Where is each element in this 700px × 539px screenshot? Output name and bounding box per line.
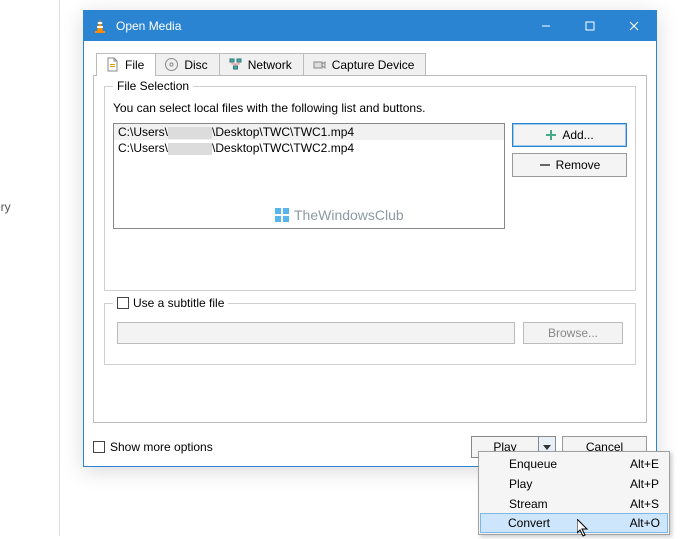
minimize-button[interactable]	[524, 11, 568, 41]
redacted-username	[168, 127, 212, 139]
browse-button: Browse...	[523, 322, 623, 344]
file-path-prefix: C:\Users\	[118, 125, 168, 139]
file-selection-title: File Selection	[113, 79, 193, 93]
browse-button-label: Browse...	[548, 326, 598, 340]
remove-button[interactable]: Remove	[512, 153, 627, 177]
dialog-body: File Disc Network Capture Device	[84, 41, 656, 427]
file-list-item[interactable]: C:\Users\ \Desktop\TWC\TWC1.mp4	[114, 124, 504, 140]
file-path-prefix: C:\Users\	[118, 141, 168, 155]
menu-label: Play	[509, 477, 532, 491]
tab-disc[interactable]: Disc	[155, 53, 219, 75]
tab-network-label: Network	[248, 58, 292, 72]
file-path-suffix: \Desktop\TWC\TWC1.mp4	[212, 125, 354, 139]
open-media-dialog: Open Media File Disc	[83, 10, 657, 467]
tab-strip: File Disc Network Capture Device	[96, 50, 647, 75]
tab-file-label: File	[125, 58, 144, 72]
maximize-button[interactable]	[568, 11, 612, 41]
sidebar-partial-text: ery	[0, 200, 11, 214]
minus-icon	[539, 159, 551, 171]
dialog-title: Open Media	[116, 19, 524, 33]
close-button[interactable]	[612, 11, 656, 41]
checkbox-icon	[93, 441, 105, 453]
tab-capture[interactable]: Capture Device	[303, 53, 427, 75]
subtitle-path-input	[117, 322, 515, 344]
background-sidebar: ery	[0, 0, 60, 536]
titlebar[interactable]: Open Media	[84, 11, 656, 41]
file-list[interactable]: C:\Users\ \Desktop\TWC\TWC1.mp4 C:\Users\…	[113, 123, 505, 229]
show-more-options-checkbox[interactable]: Show more options	[93, 440, 213, 454]
menu-label: Convert	[508, 516, 550, 530]
subtitle-group: Use a subtitle file Browse...	[104, 303, 636, 365]
file-icon	[105, 57, 120, 72]
menu-item-stream[interactable]: Stream Alt+S	[481, 494, 667, 514]
redacted-username	[168, 143, 212, 155]
vlc-cone-icon	[92, 18, 108, 34]
file-selection-group: File Selection You can select local file…	[104, 86, 636, 291]
checkbox-icon	[117, 297, 129, 309]
tab-disc-label: Disc	[184, 58, 207, 72]
file-path-suffix: \Desktop\TWC\TWC2.mp4	[212, 141, 354, 155]
remove-button-label: Remove	[556, 158, 601, 172]
watermark-text: TheWindowsClub	[294, 207, 404, 223]
add-button-label: Add...	[562, 128, 593, 142]
tab-capture-label: Capture Device	[332, 58, 415, 72]
menu-shortcut: Alt+O	[610, 516, 660, 530]
tab-content: File Selection You can select local file…	[93, 75, 647, 423]
show-more-label: Show more options	[110, 440, 213, 454]
menu-label: Enqueue	[509, 457, 557, 471]
network-icon	[228, 57, 243, 72]
watermark: TheWindowsClub	[274, 207, 404, 223]
menu-item-convert[interactable]: Convert Alt+O	[480, 513, 668, 533]
add-button[interactable]: Add...	[512, 123, 627, 147]
subtitle-checkbox-label: Use a subtitle file	[133, 296, 224, 310]
chevron-down-icon	[543, 445, 551, 450]
menu-item-enqueue[interactable]: Enqueue Alt+E	[481, 454, 667, 474]
file-selection-help: You can select local files with the foll…	[113, 101, 425, 115]
plus-icon	[545, 129, 557, 141]
menu-label: Stream	[509, 497, 548, 511]
disc-icon	[164, 57, 179, 72]
file-list-item[interactable]: C:\Users\ \Desktop\TWC\TWC2.mp4	[114, 140, 504, 156]
menu-shortcut: Alt+E	[610, 457, 659, 471]
tab-file[interactable]: File	[96, 53, 156, 76]
menu-shortcut: Alt+S	[610, 497, 659, 511]
play-dropdown-menu: Enqueue Alt+E Play Alt+P Stream Alt+S Co…	[478, 451, 670, 535]
tab-network[interactable]: Network	[219, 53, 304, 75]
capture-icon	[312, 57, 327, 72]
menu-shortcut: Alt+P	[610, 477, 659, 491]
subtitle-checkbox[interactable]: Use a subtitle file	[113, 296, 228, 310]
menu-item-play[interactable]: Play Alt+P	[481, 474, 667, 494]
